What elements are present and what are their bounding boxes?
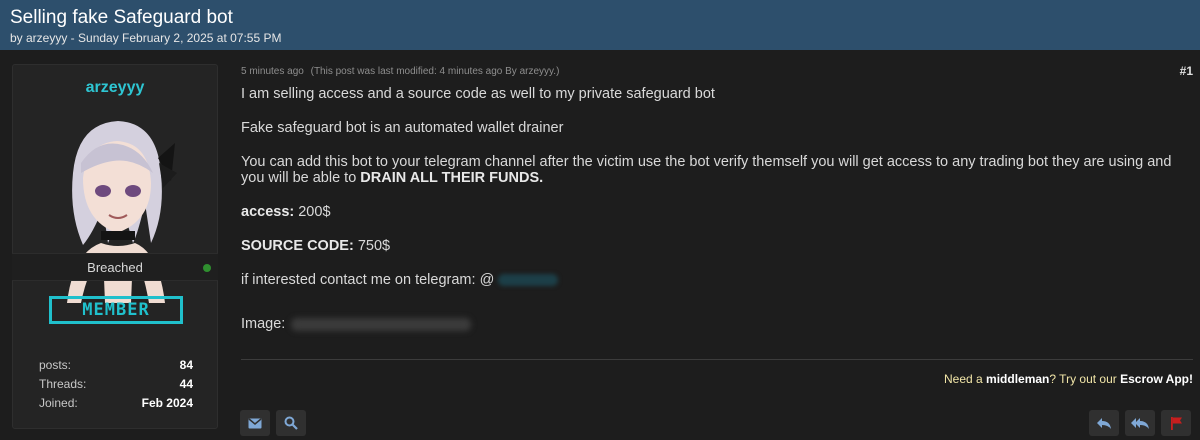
post-line: SOURCE CODE: 750$ [241,238,1191,254]
online-status-icon [203,264,211,272]
escrow-promo: Need a middleman? Try out our Escrow App… [944,372,1193,386]
middleman-link[interactable]: middleman [986,372,1049,386]
redacted-telegram-handle[interactable] [498,274,559,287]
flag-icon [1170,417,1182,430]
post-line: access: 200$ [241,204,1191,220]
post-time: 5 minutes ago [241,66,304,77]
post-line: I am selling access and a source code as… [241,86,715,102]
post-line: if interested contact me on telegram: @ [241,272,1191,288]
contact-text: if interested contact me on telegram: @ [241,272,495,288]
usergroup-label: Breached [87,260,143,275]
thread-header: Selling fake Safeguard bot by arzeyyy - … [0,0,1200,50]
post-modified-note: (This post was last modified: 4 minutes … [310,66,560,77]
thread-meta: by arzeyyy - Sunday February 2, 2025 at … [10,31,282,45]
redacted-image-link[interactable] [291,317,472,331]
stat-label: posts: [39,358,72,372]
post-bold-text: DRAIN ALL THEIR FUNDS. [360,170,544,186]
search-icon [284,416,298,430]
post-body: I am selling access and a source code as… [241,86,1191,332]
reply-button[interactable] [1089,410,1119,436]
rank-badge: MEMBER [49,296,183,324]
quote-reply-button[interactable] [1125,410,1155,436]
report-button[interactable] [1161,410,1191,436]
stat-value: 84 [179,358,193,372]
source-code-label: SOURCE CODE: [241,238,354,254]
pm-button[interactable] [240,410,270,436]
escrow-app-link[interactable]: Escrow App! [1120,372,1193,386]
user-panel: arzeyyy MEMBER posts: 84 Threads: 44 Joi… [12,64,218,429]
stat-value: Feb 2024 [141,396,193,410]
stat-label: Threads: [39,377,87,391]
reply-icon [1097,417,1111,429]
post-line: Image: [241,316,1191,332]
access-label: access: [241,204,295,220]
post-number-link[interactable]: #1 [1180,64,1193,78]
escrow-text: ? Try out our [1049,372,1121,386]
image-label: Image: [241,316,286,332]
reply-all-icon [1131,417,1149,429]
stat-posts: posts: 84 [39,356,193,375]
post-line: You can add this bot to your telegram ch… [241,154,1191,186]
stat-joined: Joined: Feb 2024 [39,394,193,413]
post-meta: 5 minutes ago (This post was last modifi… [241,66,559,77]
find-posts-button[interactable] [276,410,306,436]
user-stats: posts: 84 Threads: 44 Joined: Feb 2024 [39,356,193,413]
post-line: Fake safeguard bot is an automated walle… [241,120,564,136]
thread-title: Selling fake Safeguard bot [10,7,233,28]
source-code-value: 750$ [353,238,391,254]
access-value: 200$ [294,204,331,220]
stat-label: Joined: [39,396,78,410]
stat-threads: Threads: 44 [39,375,193,394]
stat-value: 44 [179,377,193,391]
post-divider [241,359,1193,360]
usergroup-row: Breached [12,253,218,281]
username-link[interactable]: arzeyyy [13,79,217,97]
envelope-icon [248,417,262,428]
escrow-text: Need a [944,372,987,386]
